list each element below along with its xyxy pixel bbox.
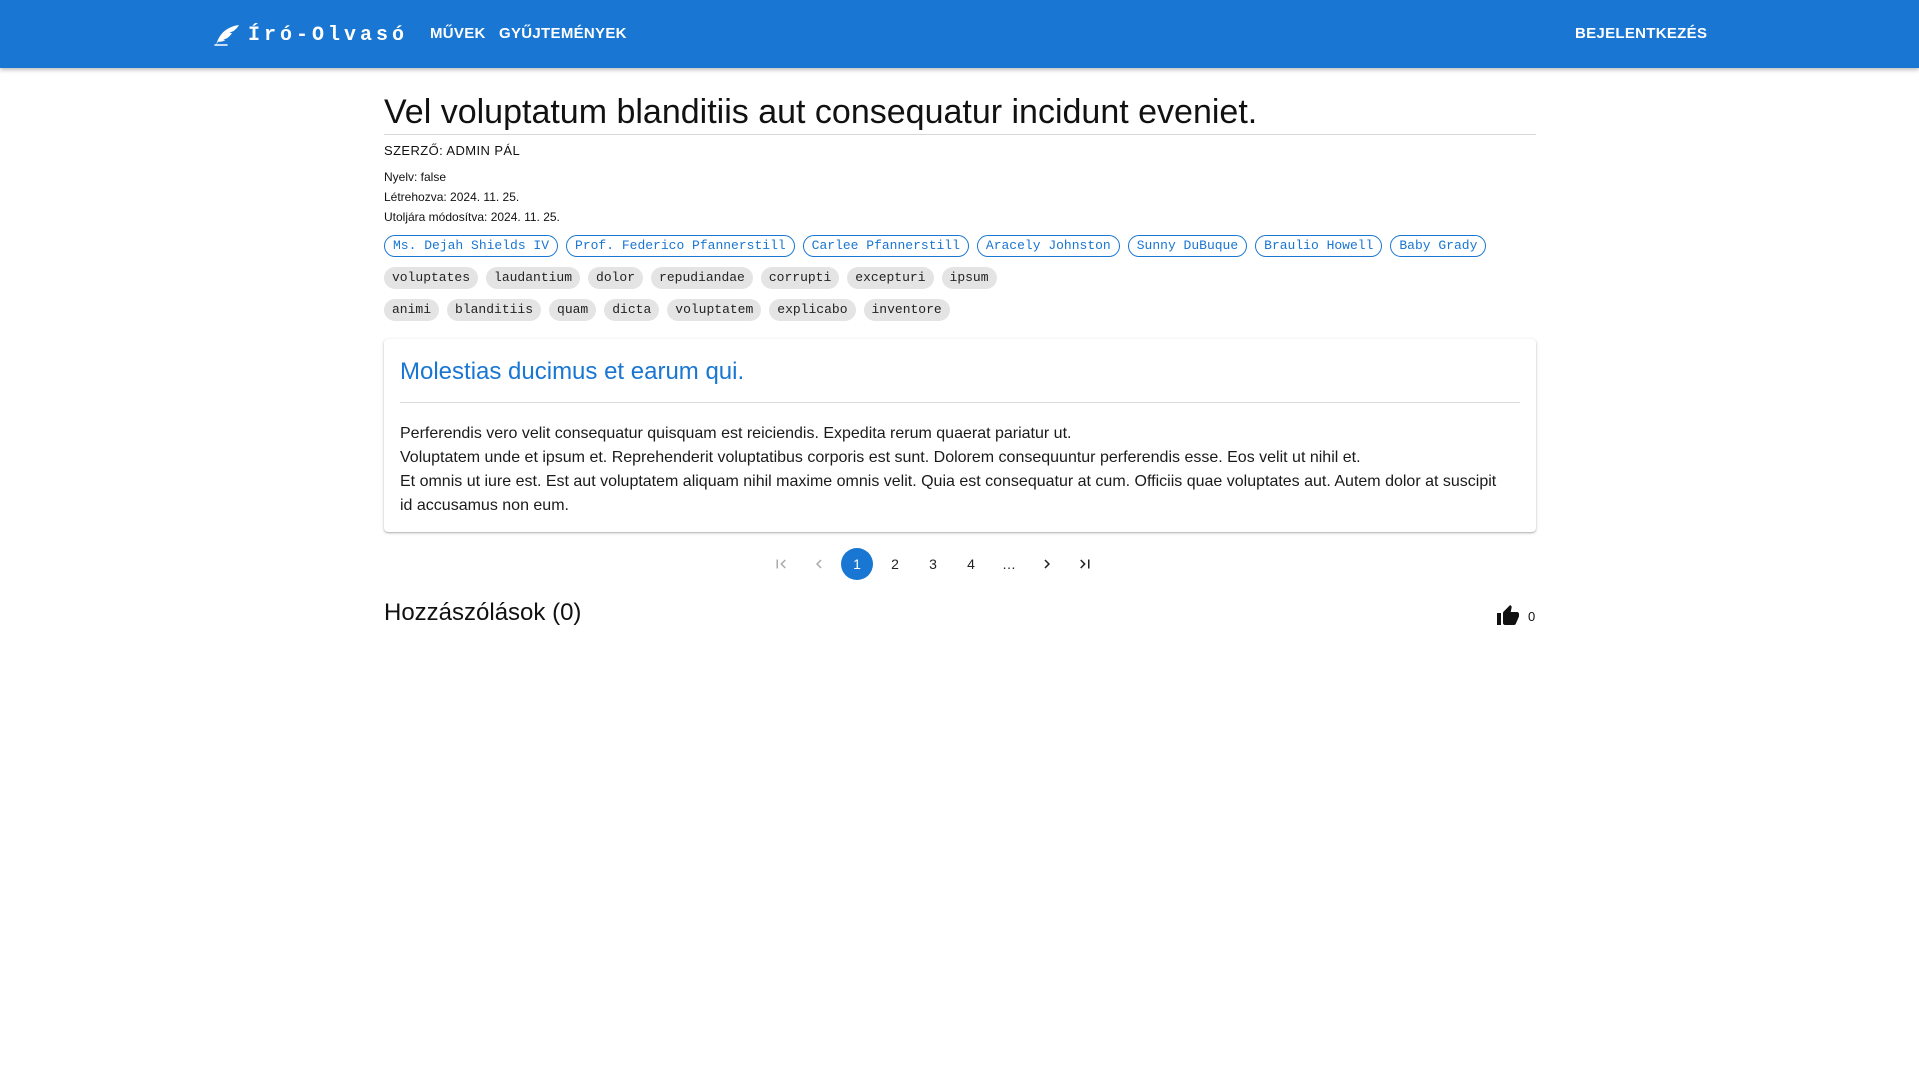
tag-chip: corrupti [760, 267, 840, 289]
chapter-paragraph: Et omnis ut iure est. Est aut voluptatem… [400, 473, 1497, 514]
chapter-paragraph: Voluptatem unde et ipsum et. Reprehender… [400, 449, 1361, 466]
previous-page-button[interactable] [803, 548, 835, 580]
nav-works-link[interactable]: MŰVEK [430, 22, 486, 46]
tag-chip: voluptates [384, 267, 479, 289]
author-chip[interactable]: Sunny DuBuque [1127, 235, 1248, 257]
work-modified-date: Utoljára módosítva: 2024. 11. 25. [384, 210, 560, 224]
next-page-icon [1044, 559, 1050, 569]
tag-chip-list: animi blanditiis quam dicta voluptatem e… [384, 299, 950, 321]
first-page-button[interactable] [765, 548, 797, 580]
first-page-icon [776, 559, 786, 569]
tag-chip: inventore [863, 299, 950, 321]
chapter-title: Molestias ducimus et earum qui. [400, 358, 745, 385]
page-button-2[interactable]: 2 [879, 548, 911, 580]
page-button-3[interactable]: 3 [917, 548, 949, 580]
chapter-card: Molestias ducimus et earum qui. Perferen… [384, 339, 1536, 532]
like-control: 0 [1496, 604, 1535, 628]
author-chip-list: Ms. Dejah Shields IV Prof. Federico Pfan… [384, 235, 1487, 257]
page-button-4[interactable]: 4 [955, 548, 987, 580]
tag-chip: voluptatem [667, 299, 762, 321]
next-page-button[interactable] [1031, 548, 1063, 580]
author-chip[interactable]: Ms. Dejah Shields IV [384, 235, 559, 257]
work-title: Vel voluptatum blanditiis aut consequatu… [384, 93, 1258, 131]
tag-chip: excepturi [847, 267, 934, 289]
tag-chip: explicabo [769, 299, 856, 321]
work-language: Nyelv: false [384, 170, 447, 184]
nav-collections-link[interactable]: GYŰJTEMÉNYEK [499, 22, 627, 46]
tag-chip: repudiandae [651, 267, 753, 289]
brand-name: Író-Olvasó [248, 23, 409, 47]
last-page-icon [1080, 559, 1090, 569]
quill-icon [214, 25, 239, 46]
tag-chip: dolor [588, 267, 644, 289]
tag-chip: ipsum [941, 267, 997, 289]
tag-chip-list: voluptates laudantium dolor repudiandae … [384, 267, 997, 289]
like-count: 0 [1528, 608, 1536, 624]
login-button[interactable]: BEJELENTKEZÉS [1575, 22, 1707, 46]
title-divider [384, 134, 1536, 135]
tag-chip: dicta [604, 299, 660, 321]
tag-chip: blanditiis [447, 299, 542, 321]
author-chip[interactable]: Baby Grady [1390, 235, 1487, 257]
app-bar: Író-Olvasó MŰVEK GYŰJTEMÉNYEK BEJELENTKE… [0, 0, 1919, 68]
brand-logo-link[interactable]: Író-Olvasó [214, 20, 408, 50]
work-author: SZERZŐ: ADMIN PÁL [384, 143, 521, 158]
author-chip[interactable]: Prof. Federico Pfannerstill [566, 235, 795, 257]
author-chip[interactable]: Braulio Howell [1255, 235, 1383, 257]
tag-chip: quam [549, 299, 597, 321]
chapter-divider [400, 402, 1520, 403]
thumb-up-icon[interactable] [1496, 604, 1520, 628]
page-button-1[interactable]: 1 [841, 548, 873, 580]
chapter-body: Perferendis vero velit consequatur quisq… [400, 422, 1510, 518]
work-created-date: Létrehozva: 2024. 11. 25. [384, 190, 520, 204]
comments-title: Hozzászólások (0) [384, 599, 582, 626]
last-page-button[interactable] [1069, 548, 1101, 580]
tag-chip: laudantium [486, 267, 581, 289]
previous-page-icon [816, 559, 822, 569]
chapter-paragraph: Perferendis vero velit consequatur quisq… [400, 425, 1072, 442]
author-chip[interactable]: Carlee Pfannerstill [802, 235, 969, 257]
author-chip[interactable]: Aracely Johnston [976, 235, 1120, 257]
pagination-ellipsis: … [1002, 556, 1016, 572]
tag-chip: animi [384, 299, 440, 321]
